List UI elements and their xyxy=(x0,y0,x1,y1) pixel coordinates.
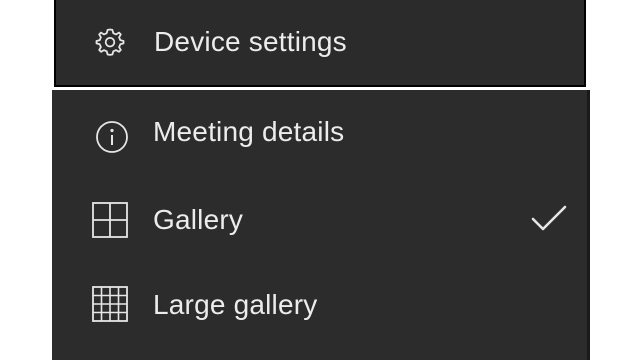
large-gallery-menu-item[interactable]: Large gallery xyxy=(52,264,588,350)
meeting-details-label: Meeting details xyxy=(153,116,345,147)
device-settings-menu-item[interactable]: Device settings xyxy=(54,0,586,87)
device-settings-label: Device settings xyxy=(154,26,347,57)
gallery-grid-icon xyxy=(92,202,128,238)
gallery-menu-item[interactable]: Gallery xyxy=(52,178,588,264)
meeting-details-menu-item[interactable]: Meeting details xyxy=(52,90,588,178)
large-gallery-grid-icon xyxy=(92,286,128,322)
large-gallery-label: Large gallery xyxy=(153,289,318,320)
info-icon xyxy=(94,119,130,155)
view-options-menu: Meeting details Gallery Large gallery xyxy=(52,90,590,360)
gear-icon xyxy=(92,24,128,60)
checkmark-icon xyxy=(529,202,569,236)
gallery-label: Gallery xyxy=(153,204,244,235)
